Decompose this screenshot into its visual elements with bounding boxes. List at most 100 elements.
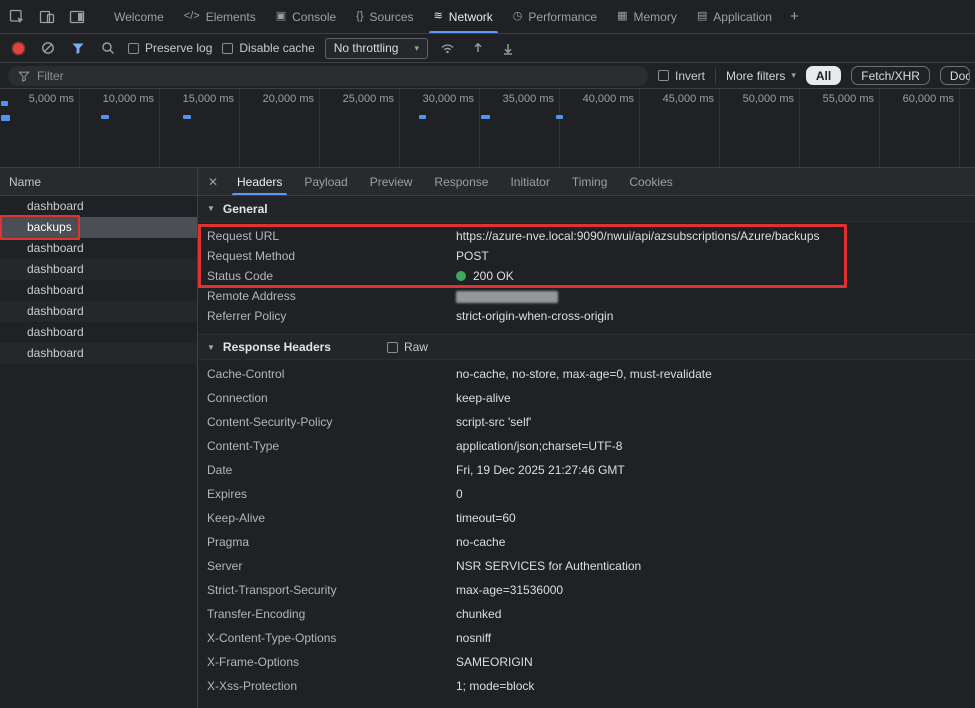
- header-key: Transfer-Encoding: [207, 607, 456, 621]
- filter-type-fetch-xhr[interactable]: Fetch/XHR: [851, 66, 930, 85]
- network-main-area: Name dashboard backups dashboard dashboa…: [0, 168, 975, 708]
- detail-tab-preview[interactable]: Preview: [359, 168, 424, 195]
- tab-elements[interactable]: </> Elements: [174, 0, 266, 33]
- throttling-value: No throttling: [334, 41, 399, 55]
- tab-sources[interactable]: {} Sources: [346, 0, 423, 33]
- timeline-tick: 50,000 ms: [720, 89, 800, 167]
- invert-label: Invert: [675, 69, 705, 83]
- more-filters-button[interactable]: More filters ▾: [726, 69, 796, 83]
- request-row[interactable]: dashboard: [0, 322, 197, 343]
- header-key: Strict-Transport-Security: [207, 583, 456, 597]
- header-value: 200 OK: [456, 269, 514, 283]
- activity-mark: [183, 115, 191, 119]
- header-key: Pragma: [207, 535, 456, 549]
- preserve-log-checkbox[interactable]: Preserve log: [128, 41, 212, 55]
- memory-icon: ▦: [617, 11, 627, 22]
- detail-tab-response[interactable]: Response: [423, 168, 499, 195]
- tab-label: Welcome: [114, 10, 164, 24]
- response-headers-section: Cache-Controlno-cache, no-store, max-age…: [198, 360, 975, 698]
- activity-mark: [419, 115, 426, 119]
- detail-tab-initiator[interactable]: Initiator: [499, 168, 560, 195]
- detail-tab-timing[interactable]: Timing: [561, 168, 619, 195]
- response-headers-section-header[interactable]: ▼ Response Headers Raw: [198, 334, 975, 360]
- header-value: 1; mode=block: [456, 679, 534, 693]
- elements-icon: </>: [184, 11, 200, 22]
- header-row: X-Frame-OptionsSAMEORIGIN: [198, 650, 975, 674]
- header-row: Content-Typeapplication/json;charset=UTF…: [198, 434, 975, 458]
- header-value: application/json;charset=UTF-8: [456, 439, 622, 453]
- header-key: Content-Type: [207, 439, 456, 453]
- disable-cache-checkbox[interactable]: Disable cache: [222, 41, 314, 55]
- timeline-tick: 40,000 ms: [560, 89, 640, 167]
- request-row-selected[interactable]: backups: [0, 217, 197, 238]
- header-key: Cache-Control: [207, 367, 456, 381]
- header-row: DateFri, 19 Dec 2025 21:27:46 GMT: [198, 458, 975, 482]
- devtools-left-icons: [4, 0, 104, 33]
- request-list-panel: Name dashboard backups dashboard dashboa…: [0, 168, 198, 708]
- name-column-header[interactable]: Name: [0, 168, 197, 196]
- header-key: Connection: [207, 391, 456, 405]
- close-detail-button[interactable]: ✕: [200, 168, 226, 195]
- timeline-tick: 25,000 ms: [320, 89, 400, 167]
- dock-side-icon[interactable]: [64, 4, 90, 30]
- more-panels-button[interactable]: +: [782, 0, 807, 33]
- activity-mark: [1, 101, 8, 106]
- network-conditions-button[interactable]: [438, 38, 458, 58]
- filter-toggle-button[interactable]: [68, 38, 88, 58]
- header-value: script-src 'self': [456, 415, 531, 429]
- header-key: Expires: [207, 487, 456, 501]
- response-headers-title: Response Headers: [223, 340, 331, 354]
- timeline-tick: 30,000 ms: [400, 89, 480, 167]
- network-overview[interactable]: 5,000 ms 10,000 ms 15,000 ms 20,000 ms 2…: [0, 89, 975, 168]
- header-key: Keep-Alive: [207, 511, 456, 525]
- header-key: X-Frame-Options: [207, 655, 456, 669]
- filter-type-all[interactable]: All: [806, 66, 841, 85]
- close-icon: ✕: [208, 175, 218, 189]
- redacted-value: [456, 291, 558, 303]
- tab-console[interactable]: ▣ Console: [266, 0, 346, 33]
- filter-input-container[interactable]: [8, 66, 648, 86]
- filter-type-doc[interactable]: Doc: [940, 66, 970, 85]
- header-value: 0: [456, 487, 463, 501]
- tab-network[interactable]: ≋ Network: [424, 0, 503, 33]
- request-row[interactable]: dashboard: [0, 259, 197, 280]
- raw-checkbox[interactable]: Raw: [387, 340, 428, 354]
- device-toolbar-icon[interactable]: [34, 4, 60, 30]
- timeline-tick: 45,000 ms: [640, 89, 720, 167]
- timeline-tick: 5,000 ms: [0, 89, 80, 167]
- header-row: Transfer-Encodingchunked: [198, 602, 975, 626]
- filter-input[interactable]: [37, 69, 638, 83]
- tab-label: Sources: [370, 10, 414, 24]
- tab-application[interactable]: ▤ Application: [687, 0, 782, 33]
- tab-label: Performance: [528, 10, 597, 24]
- download-icon: [501, 41, 515, 55]
- inspect-element-icon[interactable]: [4, 4, 30, 30]
- header-key: Date: [207, 463, 456, 477]
- import-har-button[interactable]: [498, 38, 518, 58]
- invert-checkbox[interactable]: Invert: [658, 69, 705, 83]
- application-icon: ▤: [697, 11, 707, 22]
- preserve-log-label: Preserve log: [145, 41, 212, 55]
- detail-tab-cookies[interactable]: Cookies: [618, 168, 683, 195]
- header-row: X-Xss-Protection1; mode=block: [198, 674, 975, 698]
- request-row[interactable]: dashboard: [0, 301, 197, 322]
- header-key: Server: [207, 559, 456, 573]
- request-row[interactable]: dashboard: [0, 196, 197, 217]
- request-row[interactable]: dashboard: [0, 280, 197, 301]
- record-network-log-button[interactable]: [8, 38, 28, 58]
- request-row[interactable]: dashboard: [0, 238, 197, 259]
- header-row: X-Content-Type-Optionsnosniff: [198, 626, 975, 650]
- general-section-header[interactable]: ▼ General: [198, 196, 975, 222]
- header-row: Pragmano-cache: [198, 530, 975, 554]
- request-row[interactable]: dashboard: [0, 343, 197, 364]
- export-har-button[interactable]: [468, 38, 488, 58]
- tab-performance[interactable]: ◷ Performance: [503, 0, 607, 33]
- clear-network-log-button[interactable]: [38, 38, 58, 58]
- search-button[interactable]: [98, 38, 118, 58]
- tab-welcome[interactable]: Welcome: [104, 0, 174, 33]
- header-key: Request URL: [207, 229, 456, 243]
- tab-memory[interactable]: ▦ Memory: [607, 0, 687, 33]
- throttling-select[interactable]: No throttling ▾: [325, 38, 428, 59]
- detail-tab-payload[interactable]: Payload: [293, 168, 358, 195]
- detail-tab-headers[interactable]: Headers: [226, 168, 293, 195]
